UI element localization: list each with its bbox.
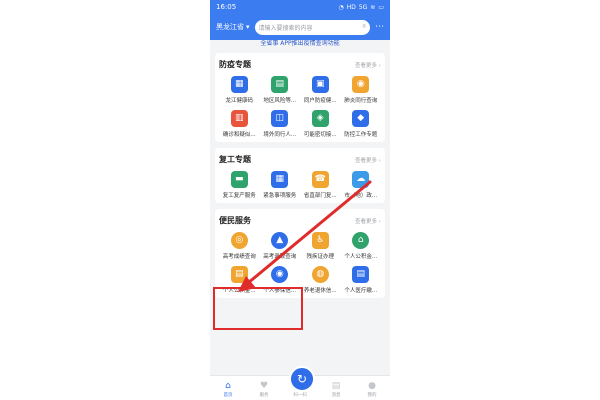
annotation-arrow [238,180,372,292]
arrow-shaft [246,180,372,285]
